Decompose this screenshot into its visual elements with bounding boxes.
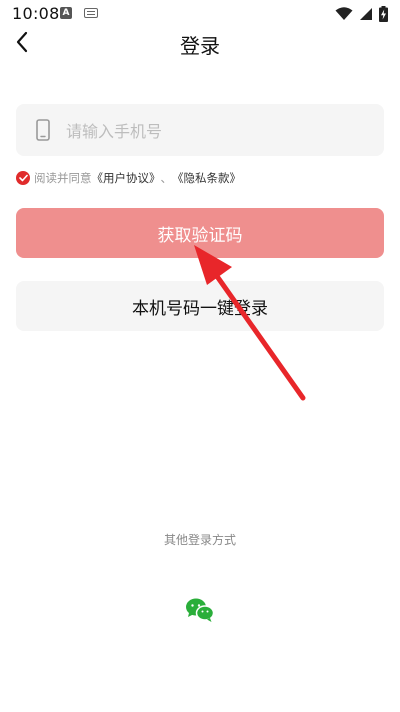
get-code-button[interactable]: 获取验证码 [16, 208, 384, 258]
phone-input[interactable] [64, 104, 368, 158]
phone-input-container [16, 104, 384, 158]
privacy-policy-link[interactable]: 《隐私条款》 [172, 170, 241, 186]
wechat-icon[interactable] [184, 596, 216, 624]
wifi-icon [335, 7, 353, 20]
status-time: 10:08 [12, 4, 60, 23]
agreement-separator: 、 [160, 171, 173, 185]
agreement-prefix: 阅读并同意 [34, 171, 92, 185]
other-login-title: 其他登录方式 [163, 533, 236, 547]
page-title: 登录 [180, 34, 220, 58]
text-a-icon: A [60, 7, 72, 19]
checkmark-icon [18, 174, 28, 182]
agreement-row: 阅读并同意 《用户协议》 、 《隐私条款》 [16, 168, 241, 188]
one-key-login-button[interactable]: 本机号码一键登录 [16, 281, 384, 331]
keyboard-icon [84, 8, 98, 18]
battery-charging-icon [379, 6, 388, 22]
agreement-checkbox[interactable] [16, 171, 30, 185]
status-bar: 10:08 A [0, 0, 400, 28]
signal-icon [360, 8, 372, 20]
status-right-icons [335, 5, 388, 23]
header: 登录 [0, 28, 400, 58]
phone-icon [36, 119, 50, 141]
user-agreement-link[interactable]: 《用户协议》 [92, 170, 161, 186]
